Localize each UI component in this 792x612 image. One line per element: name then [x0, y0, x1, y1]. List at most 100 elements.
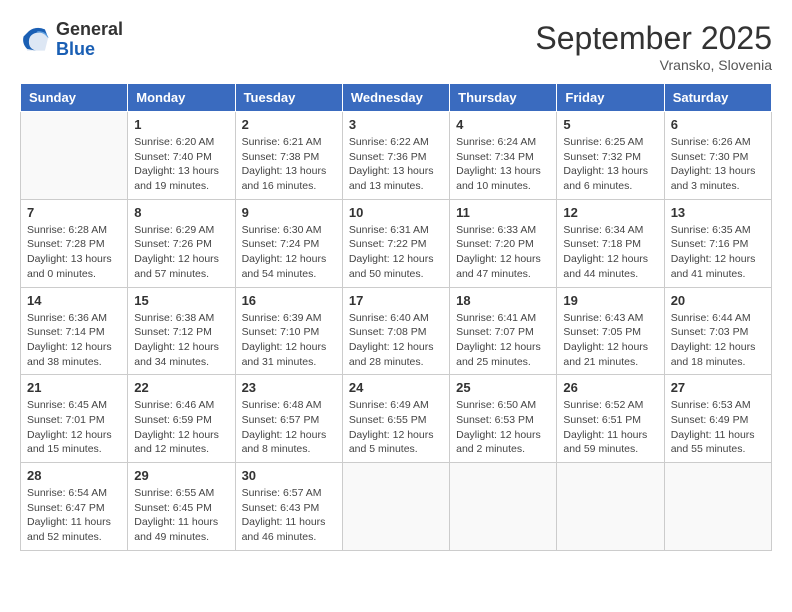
calendar-cell: 30 Sunrise: 6:57 AMSunset: 6:43 PMDayligh… — [235, 463, 342, 551]
calendar-cell: 3 Sunrise: 6:22 AMSunset: 7:36 PMDaylight… — [342, 112, 449, 200]
logo-text: General Blue — [56, 20, 123, 60]
day-info: Sunrise: 6:46 AMSunset: 6:59 PMDaylight:… — [134, 398, 228, 457]
calendar-cell: 10Sunrise: 6:31 AMSunset: 7:22 PMDayligh… — [342, 199, 449, 287]
day-info: Sunrise: 6:40 AMSunset: 7:08 PMDaylight:… — [349, 311, 443, 370]
calendar-cell: 12 Sunrise: 6:34 AMSunset: 7:18 PMDayligh… — [557, 199, 664, 287]
day-info: Sunrise: 6:57 AMSunset: 6:43 PMDaylight:… — [242, 486, 336, 545]
logo-blue-text: Blue — [56, 40, 123, 60]
calendar-cell: 2 Sunrise: 6:21 AMSunset: 7:38 PMDaylight… — [235, 112, 342, 200]
page-header: General Blue September 2025 Vransko, Slo… — [20, 20, 772, 73]
weekday-header-friday: Friday — [557, 84, 664, 112]
day-number: 7 — [27, 205, 121, 220]
day-number: 13 — [671, 205, 765, 220]
day-number: 5 — [563, 117, 657, 132]
day-info: Sunrise: 6:30 AMSunset: 7:24 PMDaylight:… — [242, 223, 336, 282]
day-number: 4 — [456, 117, 550, 132]
day-number: 14 — [27, 293, 121, 308]
day-info: Sunrise: 6:49 AMSunset: 6:55 PMDaylight:… — [349, 398, 443, 457]
day-number: 6 — [671, 117, 765, 132]
calendar-cell — [557, 463, 664, 551]
calendar-cell: 7 Sunrise: 6:28 AMSunset: 7:28 PMDaylight… — [21, 199, 128, 287]
calendar-cell — [450, 463, 557, 551]
weekday-header-row: SundayMondayTuesdayWednesdayThursdayFrid… — [21, 84, 772, 112]
weekday-header-thursday: Thursday — [450, 84, 557, 112]
day-info: Sunrise: 6:25 AMSunset: 7:32 PMDaylight:… — [563, 135, 657, 194]
month-title: September 2025 — [535, 20, 772, 57]
day-number: 28 — [27, 468, 121, 483]
calendar-cell: 28Sunrise: 6:54 AMSunset: 6:47 PMDayligh… — [21, 463, 128, 551]
calendar-cell: 5 Sunrise: 6:25 AMSunset: 7:32 PMDaylight… — [557, 112, 664, 200]
day-info: Sunrise: 6:28 AMSunset: 7:28 PMDaylight:… — [27, 223, 121, 282]
day-info: Sunrise: 6:50 AMSunset: 6:53 PMDaylight:… — [456, 398, 550, 457]
calendar-cell: 22Sunrise: 6:46 AMSunset: 6:59 PMDayligh… — [128, 375, 235, 463]
logo-general-text: General — [56, 20, 123, 40]
day-number: 9 — [242, 205, 336, 220]
day-info: Sunrise: 6:44 AMSunset: 7:03 PMDaylight:… — [671, 311, 765, 370]
day-info: Sunrise: 6:31 AMSunset: 7:22 PMDaylight:… — [349, 223, 443, 282]
day-info: Sunrise: 6:38 AMSunset: 7:12 PMDaylight:… — [134, 311, 228, 370]
calendar-cell: 13 Sunrise: 6:35 AMSunset: 7:16 PMDayligh… — [664, 199, 771, 287]
week-row-1: 1Sunrise: 6:20 AMSunset: 7:40 PMDaylight… — [21, 112, 772, 200]
calendar-cell: 21 Sunrise: 6:45 AMSunset: 7:01 PMDayligh… — [21, 375, 128, 463]
day-info: Sunrise: 6:22 AMSunset: 7:36 PMDaylight:… — [349, 135, 443, 194]
day-info: Sunrise: 6:34 AMSunset: 7:18 PMDaylight:… — [563, 223, 657, 282]
day-number: 27 — [671, 380, 765, 395]
calendar-cell: 20 Sunrise: 6:44 AMSunset: 7:03 PMDayligh… — [664, 287, 771, 375]
day-info: Sunrise: 6:29 AMSunset: 7:26 PMDaylight:… — [134, 223, 228, 282]
day-number: 26 — [563, 380, 657, 395]
day-number: 21 — [27, 380, 121, 395]
day-info: Sunrise: 6:39 AMSunset: 7:10 PMDaylight:… — [242, 311, 336, 370]
day-number: 11 — [456, 205, 550, 220]
weekday-header-sunday: Sunday — [21, 84, 128, 112]
calendar-cell: 17Sunrise: 6:40 AMSunset: 7:08 PMDayligh… — [342, 287, 449, 375]
day-number: 2 — [242, 117, 336, 132]
calendar-cell: 1Sunrise: 6:20 AMSunset: 7:40 PMDaylight… — [128, 112, 235, 200]
day-number: 12 — [563, 205, 657, 220]
day-number: 3 — [349, 117, 443, 132]
day-info: Sunrise: 6:53 AMSunset: 6:49 PMDaylight:… — [671, 398, 765, 457]
calendar-cell: 25Sunrise: 6:50 AMSunset: 6:53 PMDayligh… — [450, 375, 557, 463]
calendar-cell: 6 Sunrise: 6:26 AMSunset: 7:30 PMDaylight… — [664, 112, 771, 200]
weekday-header-saturday: Saturday — [664, 84, 771, 112]
day-number: 20 — [671, 293, 765, 308]
logo: General Blue — [20, 20, 123, 60]
day-info: Sunrise: 6:35 AMSunset: 7:16 PMDaylight:… — [671, 223, 765, 282]
day-number: 16 — [242, 293, 336, 308]
day-info: Sunrise: 6:48 AMSunset: 6:57 PMDaylight:… — [242, 398, 336, 457]
logo-icon — [20, 24, 52, 56]
day-number: 23 — [242, 380, 336, 395]
day-number: 29 — [134, 468, 228, 483]
title-area: September 2025 Vransko, Slovenia — [535, 20, 772, 73]
day-info: Sunrise: 6:26 AMSunset: 7:30 PMDaylight:… — [671, 135, 765, 194]
week-row-4: 21 Sunrise: 6:45 AMSunset: 7:01 PMDayligh… — [21, 375, 772, 463]
day-info: Sunrise: 6:41 AMSunset: 7:07 PMDaylight:… — [456, 311, 550, 370]
day-number: 15 — [134, 293, 228, 308]
week-row-3: 14 Sunrise: 6:36 AMSunset: 7:14 PMDayligh… — [21, 287, 772, 375]
day-info: Sunrise: 6:52 AMSunset: 6:51 PMDaylight:… — [563, 398, 657, 457]
day-info: Sunrise: 6:43 AMSunset: 7:05 PMDaylight:… — [563, 311, 657, 370]
day-number: 8 — [134, 205, 228, 220]
calendar-cell: 29Sunrise: 6:55 AMSunset: 6:45 PMDayligh… — [128, 463, 235, 551]
weekday-header-wednesday: Wednesday — [342, 84, 449, 112]
day-info: Sunrise: 6:45 AMSunset: 7:01 PMDaylight:… — [27, 398, 121, 457]
weekday-header-tuesday: Tuesday — [235, 84, 342, 112]
week-row-2: 7 Sunrise: 6:28 AMSunset: 7:28 PMDaylight… — [21, 199, 772, 287]
calendar-cell: 24Sunrise: 6:49 AMSunset: 6:55 PMDayligh… — [342, 375, 449, 463]
calendar-table: SundayMondayTuesdayWednesdayThursdayFrid… — [20, 83, 772, 551]
day-info: Sunrise: 6:24 AMSunset: 7:34 PMDaylight:… — [456, 135, 550, 194]
day-info: Sunrise: 6:36 AMSunset: 7:14 PMDaylight:… — [27, 311, 121, 370]
calendar-cell — [664, 463, 771, 551]
calendar-cell: 14 Sunrise: 6:36 AMSunset: 7:14 PMDayligh… — [21, 287, 128, 375]
calendar-cell: 11 Sunrise: 6:33 AMSunset: 7:20 PMDayligh… — [450, 199, 557, 287]
day-info: Sunrise: 6:33 AMSunset: 7:20 PMDaylight:… — [456, 223, 550, 282]
calendar-cell: 4 Sunrise: 6:24 AMSunset: 7:34 PMDaylight… — [450, 112, 557, 200]
day-info: Sunrise: 6:20 AMSunset: 7:40 PMDaylight:… — [134, 135, 228, 194]
day-info: Sunrise: 6:21 AMSunset: 7:38 PMDaylight:… — [242, 135, 336, 194]
calendar-cell: 8 Sunrise: 6:29 AMSunset: 7:26 PMDaylight… — [128, 199, 235, 287]
day-number: 19 — [563, 293, 657, 308]
calendar-cell: 16 Sunrise: 6:39 AMSunset: 7:10 PMDayligh… — [235, 287, 342, 375]
calendar-cell: 15 Sunrise: 6:38 AMSunset: 7:12 PMDayligh… — [128, 287, 235, 375]
calendar-cell: 18Sunrise: 6:41 AMSunset: 7:07 PMDayligh… — [450, 287, 557, 375]
week-row-5: 28Sunrise: 6:54 AMSunset: 6:47 PMDayligh… — [21, 463, 772, 551]
day-number: 30 — [242, 468, 336, 483]
